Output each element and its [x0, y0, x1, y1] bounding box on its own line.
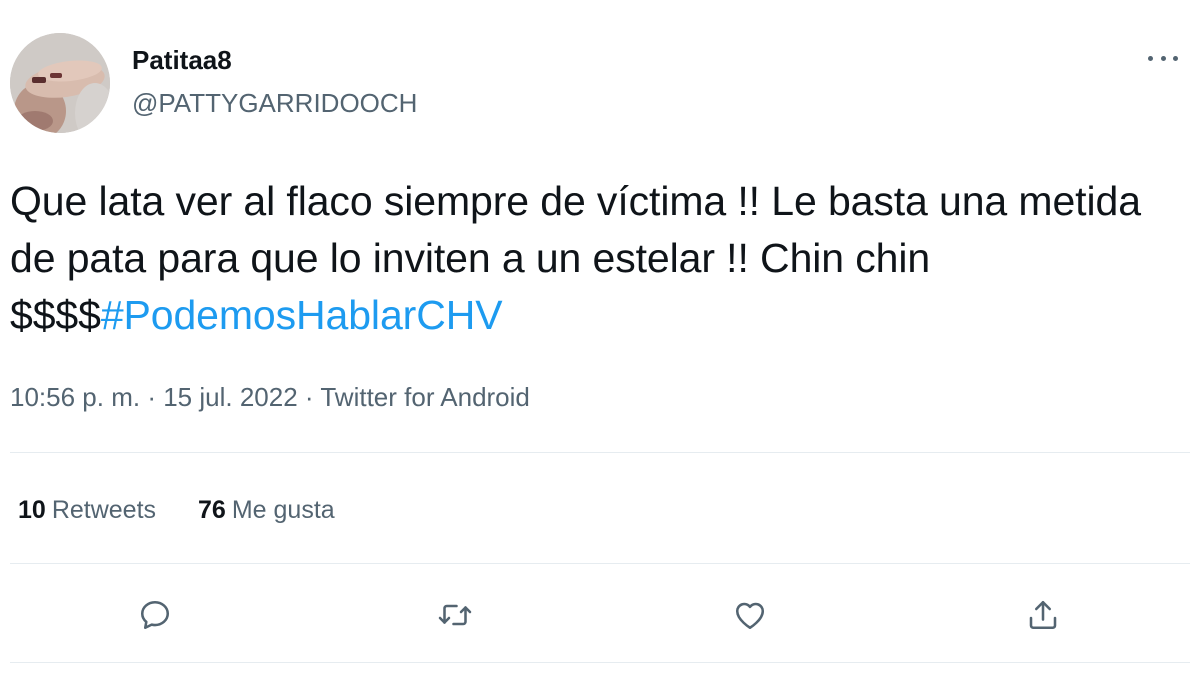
tweet-date[interactable]: 15 jul. 2022	[163, 382, 297, 412]
likes-label: Me gusta	[231, 496, 335, 524]
user-handle[interactable]: @PATTYGARRIDOOCH	[132, 88, 417, 118]
like-button[interactable]	[725, 590, 775, 640]
action-bar	[0, 590, 1200, 640]
tweet-time[interactable]: 10:56 p. m.	[10, 382, 140, 412]
display-name[interactable]: Patitaa8	[132, 45, 232, 75]
tweet-card: Patitaa8 @PATTYGARRIDOOCH Que lata ver a…	[0, 0, 1200, 675]
more-options-icon[interactable]	[1148, 48, 1178, 68]
more-dot	[1173, 55, 1178, 61]
tweet-source[interactable]: Twitter for Android	[320, 382, 530, 412]
reply-icon	[140, 600, 170, 630]
meta-separator: ·	[304, 382, 314, 412]
more-dot	[1148, 55, 1153, 61]
share-button[interactable]	[1018, 590, 1068, 640]
share-icon	[1029, 600, 1057, 630]
heart-icon	[735, 602, 765, 630]
retweets-count: 10	[18, 496, 46, 524]
retweet-button[interactable]	[430, 590, 480, 640]
meta-separator: ·	[147, 382, 156, 412]
divider	[10, 452, 1190, 453]
likes-count: 76	[198, 496, 226, 524]
retweets-stat[interactable]: 10 Retweets	[18, 494, 156, 526]
reply-button[interactable]	[130, 590, 180, 640]
divider	[10, 563, 1190, 564]
retweet-icon	[438, 604, 472, 626]
likes-stat[interactable]: 76 Me gusta	[198, 494, 335, 526]
hashtag-link[interactable]: #PodemosHablarCHV	[101, 292, 503, 338]
avatar[interactable]	[10, 33, 110, 133]
tweet-metadata: 10:56 p. m. · 15 jul. 2022 · Twitter for…	[10, 381, 530, 413]
tweet-stats: 10 Retweets 76 Me gusta	[18, 494, 335, 526]
retweets-label: Retweets	[51, 496, 157, 524]
avatar-photo	[10, 33, 110, 133]
divider	[10, 662, 1190, 663]
tweet-text: Que lata ver al flaco siempre de víctima…	[10, 173, 1190, 344]
more-dot	[1160, 55, 1166, 61]
